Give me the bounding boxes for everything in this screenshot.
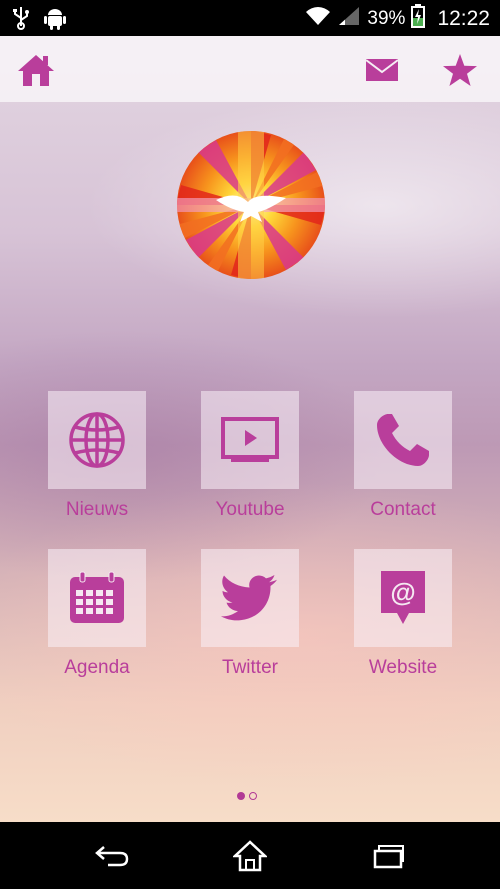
calendar-icon bbox=[70, 571, 124, 623]
tile-label-youtube[interactable]: Youtube bbox=[175, 499, 325, 521]
tile-nieuws[interactable] bbox=[48, 391, 146, 489]
tile-label-website[interactable]: Website bbox=[328, 657, 478, 679]
at-sign-icon: @ bbox=[381, 571, 425, 624]
home-icon bbox=[233, 840, 267, 872]
phone-icon bbox=[377, 414, 429, 466]
recent-apps-button[interactable] bbox=[358, 836, 418, 876]
back-button[interactable] bbox=[82, 836, 142, 876]
tile-website[interactable]: @ bbox=[354, 549, 452, 647]
battery-icon bbox=[411, 4, 426, 33]
favorites-button[interactable] bbox=[438, 48, 482, 92]
wifi-icon bbox=[305, 5, 331, 32]
tile-label-agenda[interactable]: Agenda bbox=[22, 657, 172, 679]
mail-icon bbox=[365, 59, 399, 81]
church-logo bbox=[176, 130, 326, 280]
signal-icon bbox=[337, 5, 361, 32]
page-indicator bbox=[237, 792, 257, 800]
tile-label-contact[interactable]: Contact bbox=[328, 499, 478, 521]
back-icon bbox=[95, 846, 129, 867]
nav-home-button[interactable] bbox=[220, 836, 280, 876]
svg-text:@: @ bbox=[390, 577, 415, 607]
android-icon bbox=[44, 6, 66, 35]
globe-icon bbox=[69, 412, 125, 468]
recent-apps-icon bbox=[373, 845, 404, 869]
tile-label-nieuws[interactable]: Nieuws bbox=[22, 499, 172, 521]
star-icon bbox=[443, 54, 477, 86]
play-icon bbox=[221, 417, 279, 462]
tile-contact[interactable] bbox=[354, 391, 452, 489]
mail-button[interactable] bbox=[360, 48, 404, 92]
clock: 12:22 bbox=[437, 6, 490, 30]
top-toolbar bbox=[0, 36, 500, 102]
tile-twitter[interactable] bbox=[201, 549, 299, 647]
status-bar: 39% 12:22 bbox=[0, 0, 500, 36]
tile-youtube[interactable] bbox=[201, 391, 299, 489]
battery-percent: 39% bbox=[367, 7, 406, 29]
page-dot-active bbox=[237, 792, 245, 800]
home-button[interactable] bbox=[14, 48, 58, 92]
navigation-bar bbox=[0, 822, 500, 889]
tile-label-twitter[interactable]: Twitter bbox=[175, 657, 325, 679]
home-icon bbox=[18, 55, 54, 86]
tile-agenda[interactable] bbox=[48, 549, 146, 647]
twitter-icon bbox=[221, 575, 277, 621]
app-screen: Nieuws Youtube Contact Agenda Twitter @ … bbox=[0, 36, 500, 822]
page-dot bbox=[249, 792, 257, 800]
usb-icon bbox=[12, 6, 30, 35]
